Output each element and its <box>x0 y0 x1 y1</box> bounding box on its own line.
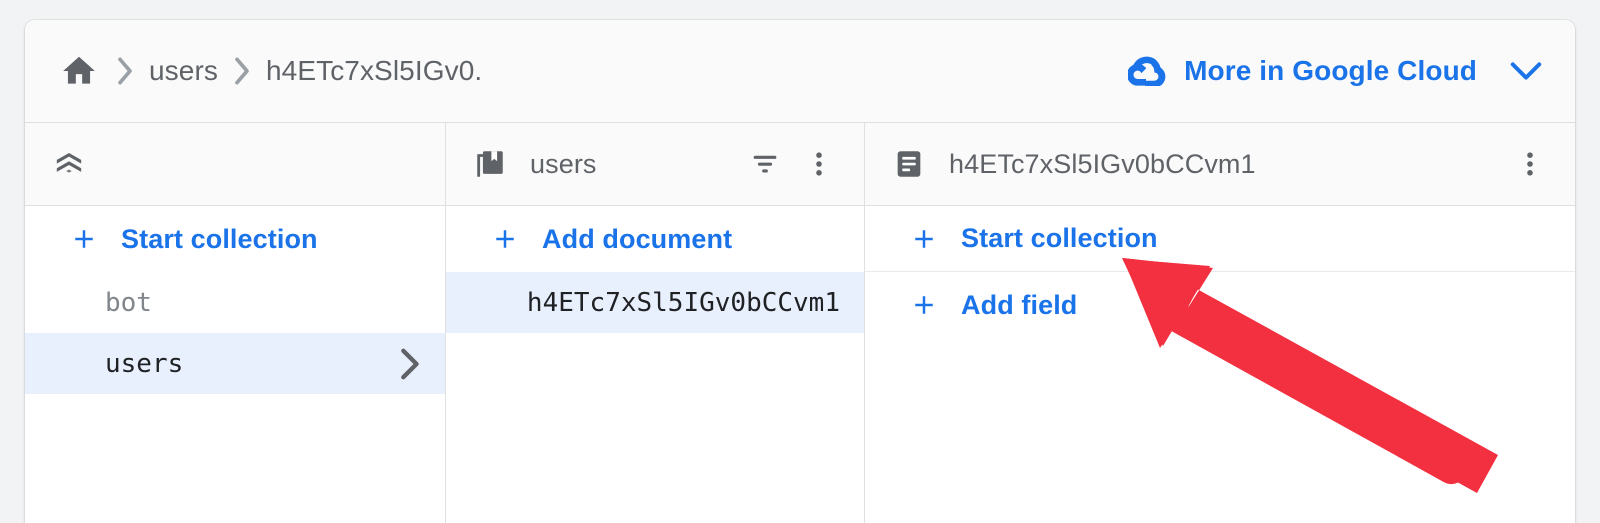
breadcrumb-bar: users h4ETc7xSl5IGv0. More in Google Clo… <box>25 20 1575 123</box>
columns-container: Start collection bot users users Add doc… <box>25 123 1575 523</box>
start-collection-button-document[interactable]: Start collection <box>865 206 1575 272</box>
column-document-header: h4ETc7xSl5IGv0bCCvm1 <box>865 123 1575 206</box>
more-vert-icon[interactable] <box>796 141 842 187</box>
column-root-header <box>25 123 445 206</box>
chevron-down-icon[interactable] <box>1509 60 1543 82</box>
start-collection-button-root[interactable]: Start collection <box>25 206 445 272</box>
column-document-title: h4ETc7xSl5IGv0bCCvm1 <box>949 148 1256 179</box>
add-field-label: Add field <box>961 289 1078 320</box>
document-header-actions <box>1507 141 1553 187</box>
collection-name: bot <box>105 287 152 318</box>
column-document: h4ETc7xSl5IGv0bCCvm1 Start collection Ad… <box>865 123 1575 523</box>
more-in-google-cloud-link[interactable]: More in Google Cloud <box>1128 55 1545 87</box>
plus-icon <box>909 290 939 320</box>
firestore-card: users h4ETc7xSl5IGv0. More in Google Clo… <box>25 20 1575 523</box>
filter-icon[interactable] <box>742 141 788 187</box>
breadcrumb-item-document[interactable]: h4ETc7xSl5IGv0. <box>266 55 482 87</box>
plus-icon <box>490 224 520 254</box>
chevron-right-icon <box>397 347 421 381</box>
chevron-right-icon <box>115 56 135 86</box>
collection-icon <box>472 146 508 182</box>
plus-icon <box>909 224 939 254</box>
firestore-root-icon <box>51 146 87 182</box>
column-root: Start collection bot users <box>25 123 446 523</box>
home-icon[interactable] <box>57 49 101 93</box>
collection-header-actions <box>742 141 842 187</box>
column-collection-title: users <box>530 148 597 179</box>
start-collection-label-root: Start collection <box>121 223 318 254</box>
firestore-data-panel: users h4ETc7xSl5IGv0. More in Google Clo… <box>0 0 1600 523</box>
collection-list-item-users[interactable]: users <box>25 333 445 394</box>
collection-name: users <box>105 348 184 379</box>
breadcrumb-item-users[interactable]: users <box>149 55 218 87</box>
add-document-label: Add document <box>542 223 733 254</box>
chevron-right-icon <box>232 56 252 86</box>
google-cloud-icon <box>1128 56 1170 86</box>
document-list-item[interactable]: h4ETc7xSl5IGv0bCCvm1 <box>446 272 864 333</box>
document-id: h4ETc7xSl5IGv0bCCvm1 <box>526 287 840 318</box>
start-collection-label-document: Start collection <box>961 223 1158 253</box>
column-collection-header: users <box>446 123 864 206</box>
more-vert-icon[interactable] <box>1507 141 1553 187</box>
breadcrumb: users h4ETc7xSl5IGv0. <box>51 49 1128 93</box>
add-field-button[interactable]: Add field <box>865 272 1575 338</box>
add-document-button[interactable]: Add document <box>446 206 864 272</box>
plus-icon <box>69 224 99 254</box>
collection-list-item-bot[interactable]: bot <box>25 272 445 333</box>
document-icon <box>891 146 927 182</box>
more-in-google-cloud-label: More in Google Cloud <box>1184 55 1477 86</box>
column-collection: users Add document h4ETc7xSl5IGv0bCCvm1 <box>446 123 865 523</box>
